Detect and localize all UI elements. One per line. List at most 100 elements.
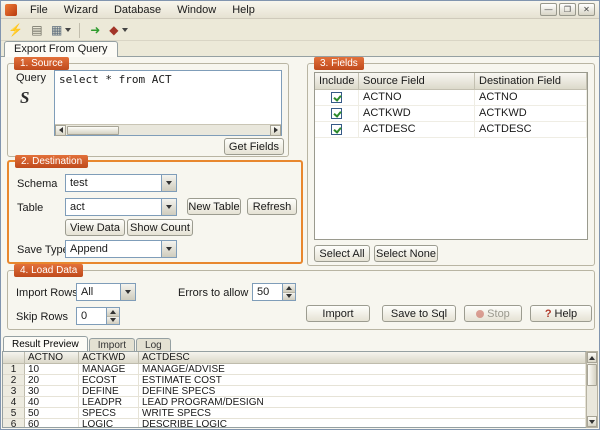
grid-cell: LEAD PROGRAM/DESIGN (139, 397, 586, 408)
refresh-button[interactable]: Refresh (247, 198, 297, 215)
grid-cell: 50 (25, 408, 79, 419)
menu-item-window[interactable]: Window (169, 3, 224, 17)
save-type-select[interactable]: Append (65, 240, 177, 258)
menu-item-database[interactable]: Database (106, 3, 169, 17)
skip-rows-spinner[interactable]: 0 (76, 307, 120, 325)
export-icon[interactable]: ◆ (107, 22, 129, 39)
grid-cell: 20 (25, 375, 79, 386)
script-icon[interactable]: ▤ (28, 22, 46, 39)
spinner-down-icon[interactable] (283, 291, 295, 300)
grid-cell: WRITE SPECS (139, 408, 586, 419)
query-editor[interactable]: select * from ACT (54, 70, 282, 136)
source-group: 1. Source Query S select * from ACT Get … (7, 57, 289, 157)
view-data-button[interactable]: View Data (65, 219, 125, 236)
new-table-button[interactable]: New Table (187, 198, 241, 215)
chevron-down-icon[interactable] (161, 241, 176, 257)
row-number: 5 (3, 408, 25, 419)
select-all-button[interactable]: Select All (314, 245, 370, 262)
table-icon-glyph: ▦ (50, 23, 63, 37)
include-checkbox[interactable] (331, 108, 342, 119)
toolbar-separator (79, 22, 81, 38)
include-checkbox[interactable] (331, 92, 342, 103)
fields-legend: 3. Fields (314, 57, 364, 70)
result-tabs: Result Preview Import Log (3, 336, 172, 353)
vscroll-thumb[interactable] (587, 364, 597, 386)
toolbar: ⚡ ▤ ▦ ➜ ◆ (1, 20, 599, 41)
grid-row[interactable]: 6 60 LOGIC DESCRIBE LOGIC (3, 419, 586, 427)
grid-row[interactable]: 4 40 LEADPR LEAD PROGRAM/DESIGN (3, 397, 586, 408)
dropdown-arrow-icon[interactable] (121, 28, 128, 32)
grid-header-actno[interactable]: ACTNO (25, 352, 79, 364)
get-fields-button[interactable]: Get Fields (224, 138, 284, 155)
query-hscrollbar[interactable] (55, 124, 281, 136)
tab-export-from-query[interactable]: Export From Query (4, 41, 118, 57)
grid-row[interactable]: 1 10 MANAGE MANAGE/ADVISE (3, 364, 586, 375)
dropdown-arrow-icon[interactable] (65, 28, 72, 32)
scroll-left-arrow-icon[interactable] (55, 124, 66, 136)
grid-row[interactable]: 5 50 SPECS WRITE SPECS (3, 408, 586, 419)
grid-header-actdesc[interactable]: ACTDESC (139, 352, 586, 364)
include-checkbox[interactable] (331, 124, 342, 135)
schema-select[interactable]: test (65, 174, 177, 192)
table-value: act (70, 201, 85, 213)
table-label: Table (17, 202, 44, 214)
skip-rows-label: Skip Rows (16, 311, 68, 323)
fields-table-body: ACTNO ACTNO ACTKWD ACTKWD ACTDESC ACTDESC (315, 90, 587, 138)
field-row[interactable]: ACTNO ACTNO (315, 90, 587, 106)
include-cell (315, 90, 359, 105)
result-tab-result-preview[interactable]: Result Preview (3, 336, 88, 352)
run-icon-glyph: ➜ (90, 23, 101, 37)
spinner-down-icon[interactable] (107, 315, 119, 324)
field-row[interactable]: ACTKWD ACTKWD (315, 106, 587, 122)
table-select[interactable]: act (65, 198, 177, 216)
select-none-button[interactable]: Select None (374, 245, 438, 262)
lightning-icon-glyph: ⚡ (8, 23, 23, 37)
content: 1. Source Query S select * from ACT Get … (1, 57, 599, 429)
import-rows-select[interactable]: All (76, 283, 136, 301)
destination-field-cell: ACTNO (475, 90, 587, 105)
fields-table-header: Include Source Field Destination Field (315, 73, 587, 90)
source-field-cell: ACTNO (359, 90, 475, 105)
chevron-down-icon[interactable] (120, 284, 135, 300)
scroll-right-arrow-icon[interactable] (270, 124, 281, 136)
hscroll-thumb[interactable] (67, 125, 119, 135)
grid-vscrollbar[interactable] (586, 351, 598, 428)
close-button[interactable]: ✕ (578, 3, 595, 16)
query-text[interactable]: select * from ACT (55, 71, 281, 124)
spinner-up-icon[interactable] (283, 284, 295, 292)
save-type-value: Append (70, 243, 108, 255)
sql-script-icon: S (20, 88, 30, 107)
menu-item-wizard[interactable]: Wizard (56, 3, 106, 17)
grid-row[interactable]: 3 30 DEFINE DEFINE SPECS (3, 386, 586, 397)
save-to-sql-button[interactable]: Save to Sql (382, 305, 456, 322)
lightning-icon[interactable]: ⚡ (6, 22, 25, 39)
grid-header-actkwd[interactable]: ACTKWD (79, 352, 139, 364)
chevron-down-icon[interactable] (161, 199, 176, 215)
tab-strip: Export From Query (1, 41, 599, 57)
run-icon[interactable]: ➜ (86, 22, 104, 39)
result-grid: ACTNO ACTKWD ACTDESC 1 10 MANAGE MANAGE/ADVIS… (2, 351, 586, 428)
scroll-down-arrow-icon[interactable] (587, 416, 597, 427)
help-button[interactable]: ? Help (530, 305, 592, 322)
help-icon: ? (544, 307, 552, 320)
field-row[interactable]: ACTDESC ACTDESC (315, 122, 587, 138)
table-icon[interactable]: ▦ (49, 22, 73, 39)
spinner-up-icon[interactable] (107, 308, 119, 316)
scroll-up-arrow-icon[interactable] (587, 352, 597, 363)
grid-cell: 30 (25, 386, 79, 397)
minimize-button[interactable]: — (540, 3, 557, 16)
chevron-down-icon[interactable] (161, 175, 176, 191)
maximize-button[interactable]: ❐ (559, 3, 576, 16)
row-number: 6 (3, 419, 25, 427)
errors-to-allow-spinner[interactable]: 50 (252, 283, 296, 301)
grid-row[interactable]: 2 20 ECOST ESTIMATE COST (3, 375, 586, 386)
show-count-button[interactable]: Show Count (127, 219, 193, 236)
menu-item-help[interactable]: Help (224, 3, 263, 17)
window-controls: — ❐ ✕ (540, 3, 595, 16)
load-data-group: 4. Load Data Import Rows All Errors to a… (7, 264, 595, 330)
grid-cell: MANAGE (79, 364, 139, 375)
import-button[interactable]: Import (306, 305, 370, 322)
menu-item-file[interactable]: File (22, 3, 56, 17)
fields-header-source-field: Source Field (359, 73, 475, 89)
grid-cell: LOGIC (79, 419, 139, 427)
